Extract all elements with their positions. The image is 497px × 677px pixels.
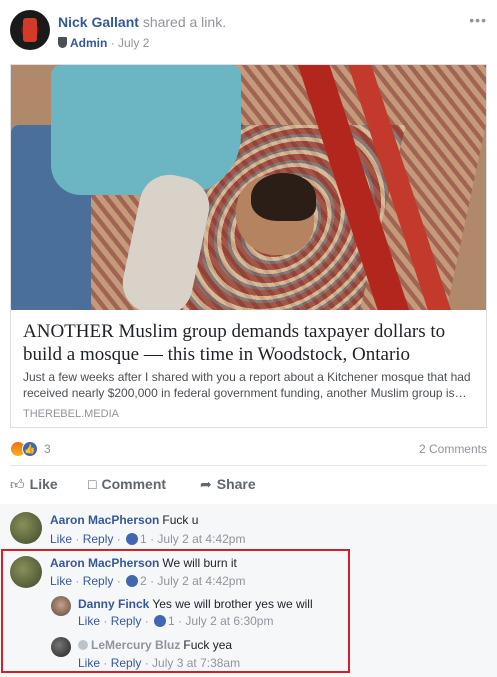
post-action-text: shared a link. <box>142 14 227 30</box>
meta-separator: · <box>110 36 119 50</box>
comment-time[interactable]: July 2 at 4:42pm <box>157 532 245 546</box>
reply-like-link[interactable]: Like <box>78 614 100 628</box>
profile-status-icon <box>78 640 88 650</box>
reply-like-count[interactable]: 1 <box>168 614 175 628</box>
reply-body: LeMercury Bluz Fuck yea <box>78 638 232 652</box>
person-back <box>51 65 241 195</box>
divider <box>10 465 487 466</box>
reply-avatar[interactable] <box>51 596 71 616</box>
share-label: Share <box>216 476 256 492</box>
link-title[interactable]: ANOTHER Muslim group demands taxpayer do… <box>23 320 478 366</box>
like-count-icon <box>126 575 139 587</box>
reply-text: Fuck yea <box>183 638 233 652</box>
reply-author-name[interactable]: Danny Finck <box>78 597 149 611</box>
reply-body: Danny Finck Yes we will brother yes we wi… <box>78 597 313 611</box>
like-count-icon <box>154 615 167 627</box>
comment-text: Fuck u <box>162 513 199 527</box>
thumbs-up-icon: 👍︎ <box>10 476 25 492</box>
reply-avatar[interactable] <box>51 637 71 657</box>
reply-author-name[interactable]: LeMercury Bluz <box>91 638 180 652</box>
share-arrow-icon: ➦ <box>200 476 212 492</box>
reply-text: Yes we will brother yes we will <box>152 597 313 611</box>
more-options-icon[interactable]: ••• <box>469 12 487 28</box>
reply-reply-link[interactable]: Reply <box>111 656 142 670</box>
comment-like-count[interactable]: 1 <box>140 532 147 546</box>
comment-reply-link[interactable]: Reply <box>83 574 114 588</box>
admin-role: Admin <box>70 36 108 50</box>
post-author-line: Nick Gallant shared a link. <box>58 14 226 30</box>
comment-meta: Like · Reply · 2 · July 2 at 4:42pm <box>50 574 246 588</box>
post-actions: 👍︎ Like □ Comment ➦ Share <box>10 471 487 501</box>
reaction-count[interactable]: 3 <box>44 442 51 456</box>
comment-time[interactable]: July 2 at 4:42pm <box>157 574 245 588</box>
comment-button[interactable]: □ Comment <box>88 476 166 492</box>
comment-like-link[interactable]: Like <box>50 532 72 546</box>
shield-icon <box>58 37 67 48</box>
comment-like-count[interactable]: 2 <box>140 574 147 588</box>
reply-like-link[interactable]: Like <box>78 656 100 670</box>
reply-reply-link[interactable]: Reply <box>111 614 142 628</box>
reply-meta: Like · Reply · July 3 at 7:38am <box>78 656 241 670</box>
link-description: Just a few weeks after I shared with you… <box>23 370 471 400</box>
comment-count[interactable]: 2 Comments <box>419 442 487 456</box>
post-header: Nick Gallant shared a link. Admin · July… <box>10 10 487 54</box>
like-button[interactable]: 👍︎ Like <box>10 476 58 493</box>
post-date[interactable]: July 2 <box>118 36 149 50</box>
commenter-avatar[interactable] <box>10 512 42 544</box>
comment-meta: Like · Reply · 1 · July 2 at 4:42pm <box>50 532 246 546</box>
author-name[interactable]: Nick Gallant <box>58 14 139 30</box>
commenter-name[interactable]: Aaron MacPherson <box>50 556 159 570</box>
comment-text: We will burn it <box>162 556 237 570</box>
link-domain: THEREBEL.MEDIA <box>23 408 119 420</box>
link-preview-card[interactable]: ANOTHER Muslim group demands taxpayer do… <box>10 64 487 428</box>
like-reaction-icon[interactable]: 👍 <box>22 441 38 457</box>
facebook-post: Nick Gallant shared a link. Admin · July… <box>0 0 497 677</box>
comment-label: Comment <box>101 476 167 492</box>
post-meta: Admin · July 2 <box>58 36 149 50</box>
link-preview-image[interactable] <box>11 65 486 310</box>
commenter-name[interactable]: Aaron MacPherson <box>50 513 159 527</box>
like-count-icon <box>126 533 139 545</box>
reply-time[interactable]: July 2 at 6:30pm <box>185 614 273 628</box>
comment-reply-link[interactable]: Reply <box>83 532 114 546</box>
speech-bubble-icon: □ <box>88 476 97 492</box>
commenter-avatar[interactable] <box>10 556 42 588</box>
share-button[interactable]: ➦ Share <box>200 476 256 493</box>
reactions-bar: 👍 3 2 Comments <box>10 440 487 458</box>
person-hair <box>251 173 316 221</box>
reply-time[interactable]: July 3 at 7:38am <box>152 656 240 670</box>
comment-body: Aaron MacPherson We will burn it <box>50 556 237 570</box>
page-avatar[interactable] <box>10 10 50 50</box>
like-label: Like <box>29 476 58 492</box>
comment-like-link[interactable]: Like <box>50 574 72 588</box>
reply-meta: Like · Reply · 1 · July 2 at 6:30pm <box>78 614 274 628</box>
comment-body: Aaron MacPherson Fuck u <box>50 513 198 527</box>
